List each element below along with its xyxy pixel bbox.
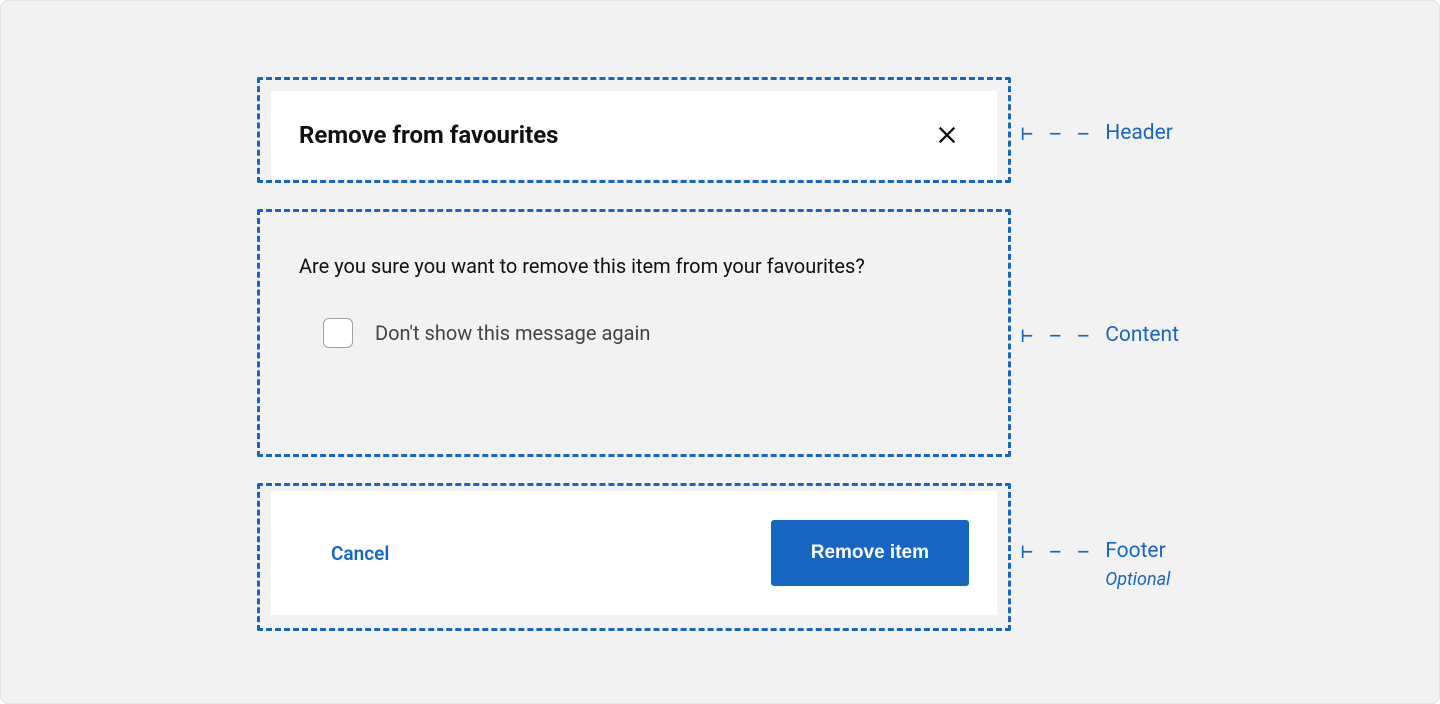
dialog-message: Are you sure you want to remove this ite… bbox=[299, 251, 969, 282]
close-icon bbox=[936, 124, 958, 146]
annotation-header-label: Header bbox=[1105, 119, 1173, 147]
dont-show-again-row: Don't show this message again bbox=[299, 318, 969, 348]
annotation-footer-sublabel: Optional bbox=[1105, 569, 1170, 590]
dialog-content: Are you sure you want to remove this ite… bbox=[299, 251, 969, 348]
annotation-content-label: Content bbox=[1105, 321, 1179, 349]
annotation-tick-icon: ⊢ − − bbox=[1021, 537, 1091, 565]
annotation-footer: ⊢ − − Footer Optional bbox=[1021, 537, 1170, 590]
anatomy-canvas: Remove from favourites Are you sure you … bbox=[0, 0, 1440, 704]
dialog-footer: Cancel Remove item bbox=[271, 491, 997, 615]
annotation-content: ⊢ − − Content bbox=[1021, 321, 1179, 349]
dont-show-again-checkbox[interactable] bbox=[323, 318, 353, 348]
annotation-tick-icon: ⊢ − − bbox=[1021, 119, 1091, 147]
dialog-title: Remove from favourites bbox=[299, 121, 559, 149]
remove-item-button[interactable]: Remove item bbox=[771, 520, 969, 586]
cancel-button[interactable]: Cancel bbox=[331, 542, 389, 565]
close-button[interactable] bbox=[929, 117, 965, 153]
annotation-footer-label: Footer bbox=[1105, 537, 1170, 565]
annotation-tick-icon: ⊢ − − bbox=[1021, 321, 1091, 349]
dialog-header: Remove from favourites bbox=[271, 91, 997, 179]
annotation-header: ⊢ − − Header bbox=[1021, 119, 1173, 147]
dont-show-again-label: Don't show this message again bbox=[375, 321, 650, 345]
